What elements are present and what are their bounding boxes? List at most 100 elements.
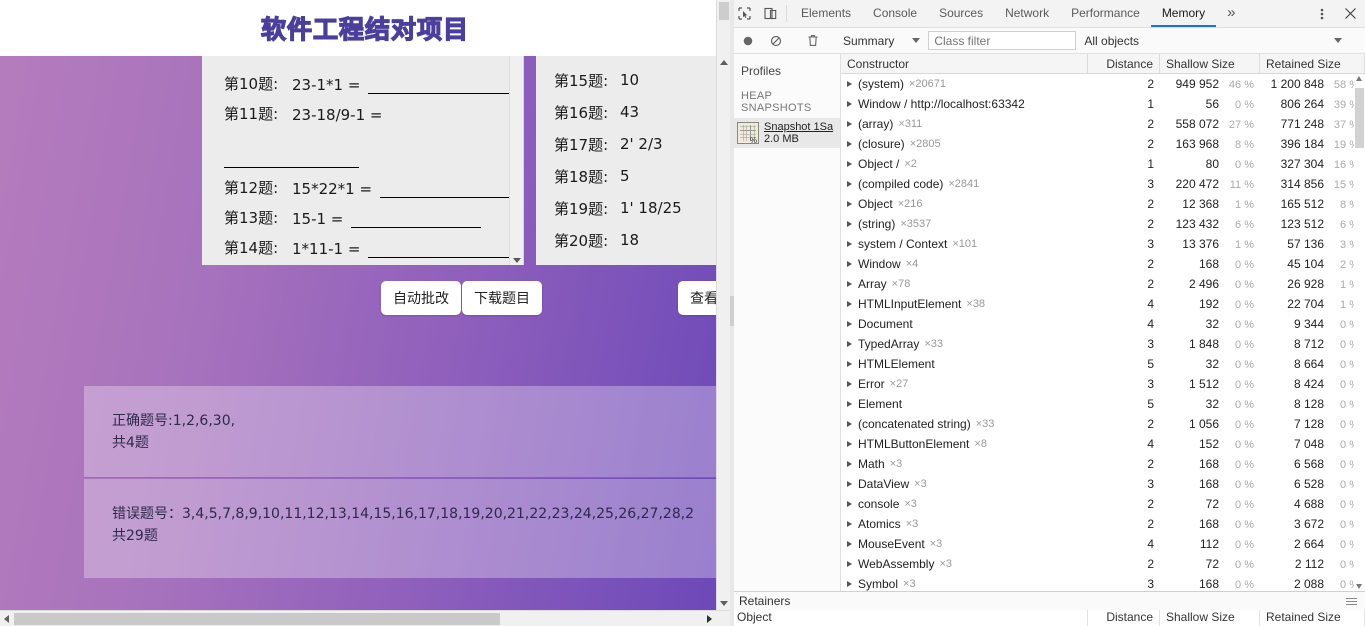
expand-triangle-icon[interactable] — [847, 481, 852, 487]
table-row[interactable]: Window / http://localhost:63342 1 56 0 % 806… — [841, 94, 1365, 114]
table-row[interactable]: Object ×216 2 12 368 1 % 165 512 8 % — [841, 194, 1365, 214]
expand-triangle-icon[interactable] — [847, 421, 852, 427]
answers-panel[interactable]: 第15题: 10 第16题: 43 第17题: 2' 2/3 第18题: 5 第… — [536, 56, 721, 265]
tab-console[interactable]: Console — [862, 0, 928, 27]
chevron-down-icon[interactable] — [720, 601, 728, 606]
auto-grade-button[interactable]: 自动批改 — [381, 281, 461, 315]
table-row[interactable]: MouseEvent ×3 4 112 0 % 2 664 0 % — [841, 534, 1365, 554]
expand-triangle-icon[interactable] — [847, 561, 852, 567]
snapshot-list-item[interactable]: Snapshot 1Sa 2.0 MB — [731, 118, 840, 148]
tab-memory[interactable]: Memory — [1150, 0, 1217, 27]
retainers-column-object[interactable]: Object — [731, 610, 1088, 626]
answer-blank[interactable] — [368, 81, 519, 94]
chevron-right-icon[interactable] — [707, 615, 712, 623]
expand-triangle-icon[interactable] — [847, 121, 852, 127]
heap-table-body[interactable]: (system) ×20671 2 949 952 46 % 1 200 848 58 % W… — [841, 74, 1365, 591]
column-header-retained-size[interactable]: Retained Size — [1260, 54, 1365, 73]
table-row[interactable]: Array ×78 2 2 496 0 % 26 928 1 % — [841, 274, 1365, 294]
answer-blank[interactable] — [380, 185, 523, 198]
chevron-left-icon[interactable] — [4, 615, 9, 623]
clear-icon[interactable] — [763, 35, 789, 47]
hamburger-icon[interactable] — [1346, 597, 1357, 605]
table-row[interactable]: (closure) ×2805 2 163 968 8 % 396 184 19 % — [841, 134, 1365, 154]
expand-triangle-icon[interactable] — [847, 441, 852, 447]
table-row[interactable]: (concatenated string) ×33 2 1 056 0 % 7 128 0 … — [841, 414, 1365, 434]
table-row[interactable]: Error ×27 3 1 512 0 % 8 424 0 % — [841, 374, 1365, 394]
retainers-column-shallow-size[interactable]: Shallow Size — [1160, 610, 1260, 626]
retainers-column-distance[interactable]: Distance — [1088, 610, 1160, 626]
answer-blank[interactable] — [368, 245, 517, 258]
page-vertical-scrollbar[interactable] — [716, 0, 730, 610]
inspect-element-icon[interactable] — [731, 0, 757, 27]
class-filter-input[interactable] — [928, 31, 1077, 50]
expand-triangle-icon[interactable] — [847, 361, 852, 367]
trash-icon[interactable] — [800, 34, 826, 47]
table-row[interactable]: (array) ×311 2 558 072 27 % 771 248 37 % — [841, 114, 1365, 134]
tab-performance[interactable]: Performance — [1060, 0, 1151, 27]
chevron-up-icon[interactable] — [1356, 76, 1362, 81]
expand-triangle-icon[interactable] — [847, 341, 852, 347]
device-toolbar-icon[interactable] — [757, 0, 783, 27]
view-mode-select[interactable]: Summary — [837, 31, 926, 51]
expand-triangle-icon[interactable] — [847, 301, 852, 307]
table-row[interactable]: TypedArray ×33 3 1 848 0 % 8 712 0 % — [841, 334, 1365, 354]
table-row[interactable]: (system) ×20671 2 949 952 46 % 1 200 848 58 % — [841, 74, 1365, 94]
retainers-column-retained-size[interactable]: Retained Size — [1260, 610, 1365, 626]
expand-triangle-icon[interactable] — [847, 161, 852, 167]
column-header-distance[interactable]: Distance — [1088, 54, 1160, 73]
table-row[interactable]: Math ×3 2 168 0 % 6 568 0 % — [841, 454, 1365, 474]
expand-triangle-icon[interactable] — [847, 181, 852, 187]
expand-triangle-icon[interactable] — [847, 401, 852, 407]
record-icon[interactable] — [735, 35, 761, 47]
column-header-shallow-size[interactable]: Shallow Size — [1160, 54, 1260, 73]
table-row[interactable]: Symbol ×3 3 168 0 % 2 088 0 % — [841, 574, 1365, 591]
splitter-grip[interactable] — [730, 296, 734, 326]
expand-triangle-icon[interactable] — [847, 501, 852, 507]
table-row[interactable]: system / Context ×101 3 13 376 1 % 57 136 3 % — [841, 234, 1365, 254]
table-row[interactable]: HTMLElement 5 32 0 % 8 664 0 % — [841, 354, 1365, 374]
table-row[interactable]: (compiled code) ×2841 3 220 472 11 % 314 856 1… — [841, 174, 1365, 194]
expand-triangle-icon[interactable] — [847, 321, 852, 327]
scrollbar-thumb[interactable] — [14, 613, 500, 625]
close-icon[interactable] — [1335, 0, 1365, 27]
expand-triangle-icon[interactable] — [847, 241, 852, 247]
tab-elements[interactable]: Elements — [790, 0, 862, 27]
tab-network[interactable]: Network — [994, 0, 1060, 27]
scrollbar-thumb[interactable] — [1355, 88, 1364, 148]
download-questions-button[interactable]: 下载题目 — [462, 281, 542, 315]
tab-sources[interactable]: Sources — [928, 0, 994, 27]
expand-triangle-icon[interactable] — [847, 141, 852, 147]
scrollbar-thumb[interactable] — [719, 2, 729, 20]
expand-triangle-icon[interactable] — [847, 381, 852, 387]
expand-triangle-icon[interactable] — [847, 201, 852, 207]
heap-table-scrollbar[interactable] — [1354, 74, 1365, 591]
expand-triangle-icon[interactable] — [847, 81, 852, 87]
column-header-constructor[interactable]: Constructor — [841, 54, 1088, 73]
table-row[interactable]: DataView ×3 3 168 0 % 6 528 0 % — [841, 474, 1365, 494]
questions-panel[interactable]: 第10题: 23-1*1 = 第11题: 23-18/9-1 = 第12题: 1… — [202, 56, 524, 265]
table-row[interactable]: Window ×4 2 168 0 % 45 104 2 % — [841, 254, 1365, 274]
more-tabs-icon[interactable]: » — [1216, 0, 1246, 27]
table-row[interactable]: HTMLButtonElement ×8 4 152 0 % 7 048 0 % — [841, 434, 1365, 454]
expand-triangle-icon[interactable] — [847, 261, 852, 267]
chevron-down-icon[interactable] — [1356, 584, 1362, 589]
expand-triangle-icon[interactable] — [847, 461, 852, 467]
chevron-up-icon[interactable] — [720, 60, 728, 65]
expand-triangle-icon[interactable] — [847, 221, 852, 227]
expand-triangle-icon[interactable] — [847, 101, 852, 107]
table-row[interactable]: console ×3 2 72 0 % 4 688 0 % — [841, 494, 1365, 514]
table-row[interactable]: (string) ×3537 2 123 432 6 % 123 512 6 % — [841, 214, 1365, 234]
expand-triangle-icon[interactable] — [847, 521, 852, 527]
table-row[interactable]: Document 4 32 0 % 9 344 0 % — [841, 314, 1365, 334]
table-row[interactable]: Atomics ×3 2 168 0 % 3 672 0 % — [841, 514, 1365, 534]
expand-triangle-icon[interactable] — [847, 581, 852, 587]
questions-panel-scrollbar[interactable] — [509, 56, 523, 265]
table-row[interactable]: WebAssembly ×3 2 72 0 % 2 112 0 % — [841, 554, 1365, 574]
answer-blank[interactable] — [224, 155, 359, 168]
objects-filter-select[interactable]: All objects — [1078, 31, 1348, 51]
kebab-menu-icon[interactable] — [1309, 0, 1335, 27]
expand-triangle-icon[interactable] — [847, 281, 852, 287]
table-row[interactable]: Object / ×2 1 80 0 % 327 304 16 % — [841, 154, 1365, 174]
devtools-splitter[interactable] — [730, 0, 734, 626]
answer-blank[interactable] — [351, 215, 482, 228]
